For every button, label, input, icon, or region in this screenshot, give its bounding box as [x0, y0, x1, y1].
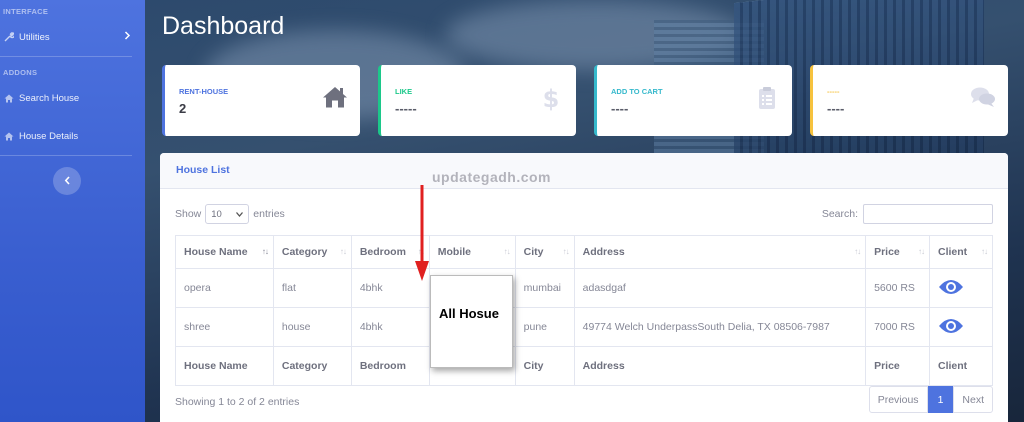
- search-input[interactable]: [863, 204, 993, 224]
- cell-category: flat: [272, 268, 352, 308]
- stat-card-rent-house: RENT-HOUSE 2: [162, 65, 360, 136]
- cell-category: house: [272, 307, 352, 347]
- footer-client: Client: [929, 346, 993, 386]
- main-content: Dashboard RENT-HOUSE 2 LIKE ----- $ ADD …: [145, 0, 1024, 422]
- card-value: ----: [827, 101, 845, 116]
- column-header-mobile[interactable]: Mobile ↑↓: [428, 235, 516, 269]
- pagination-previous-button[interactable]: Previous: [868, 386, 928, 413]
- stat-card-comments: ----- ----: [810, 65, 1008, 136]
- watermark: updategadh.com: [432, 169, 552, 185]
- card-value: -----: [395, 101, 417, 116]
- footer-house-name: House Name: [175, 346, 274, 386]
- card-value: 2: [179, 101, 187, 116]
- sort-icon: ↑↓: [339, 247, 347, 256]
- home-icon: [322, 85, 348, 111]
- sidebar-item-label: House Details: [19, 130, 79, 142]
- wrench-icon: [3, 32, 15, 42]
- footer-price: Price: [865, 346, 931, 386]
- sidebar-divider: [0, 56, 132, 57]
- stat-card-like: LIKE ----- $: [378, 65, 576, 136]
- cell-house-name: shree: [175, 307, 274, 347]
- show-label: Show: [175, 208, 202, 220]
- sidebar-toggle-button[interactable]: [53, 167, 81, 195]
- sort-icon: ↑↓: [261, 247, 269, 256]
- callout-text: All Hosue: [439, 306, 499, 321]
- entries-select[interactable]: 10: [205, 204, 250, 224]
- entries-select-value: 10: [211, 208, 222, 220]
- sort-icon: ↑↓: [503, 247, 511, 256]
- footer-city: City: [514, 346, 575, 386]
- sidebar-divider: [0, 155, 132, 156]
- pagination: Previous 1 Next: [868, 386, 993, 413]
- pagination-page-1[interactable]: 1: [927, 386, 954, 413]
- footer-address: Address: [573, 346, 867, 386]
- table-info: Showing 1 to 2 of 2 entries: [175, 396, 300, 408]
- chevron-down-icon: [236, 209, 244, 220]
- pagination-next-button[interactable]: Next: [953, 386, 993, 413]
- footer-bedroom: Bedroom: [350, 346, 430, 386]
- cell-price: 5600 RS: [865, 268, 931, 308]
- sidebar-heading-addons: ADDONS: [3, 68, 38, 77]
- column-header-client[interactable]: Client ↑↓: [929, 235, 993, 269]
- chevron-right-icon: [124, 31, 131, 43]
- cell-client: [929, 268, 993, 308]
- sidebar: INTERFACE Utilities ADDONS Search House …: [0, 0, 145, 422]
- cell-client: [929, 307, 993, 347]
- entries-length-control: Show 10 entries: [175, 204, 285, 224]
- clipboard-icon: [754, 85, 780, 111]
- sidebar-item-search-house[interactable]: Search House: [0, 87, 145, 109]
- page-title: Dashboard: [162, 12, 285, 40]
- sidebar-item-label: Search House: [19, 92, 80, 104]
- panel-title: House List: [160, 153, 1008, 189]
- sort-icon: ↑↓: [918, 247, 925, 256]
- card-value: ----: [611, 101, 629, 116]
- card-label: LIKE: [395, 87, 413, 96]
- card-label: ADD TO CART: [611, 87, 663, 96]
- home-icon: [3, 132, 15, 141]
- sidebar-item-house-details[interactable]: House Details: [0, 125, 145, 147]
- column-header-city[interactable]: City ↑↓: [514, 235, 575, 269]
- column-header-category[interactable]: Category ↑↓: [272, 235, 352, 269]
- house-table: House Name↑↓ Category↑↓ Bedroom↑↓ Mobile…: [175, 235, 993, 386]
- sidebar-heading-interface: INTERFACE: [3, 7, 49, 16]
- comments-icon: [970, 85, 996, 111]
- card-label: RENT-HOUSE: [179, 87, 229, 96]
- house-list-panel: House List Show 10 entries Search: House…: [160, 153, 1008, 422]
- column-header-address[interactable]: Address ↑↓: [573, 235, 867, 269]
- cell-city: pune: [514, 307, 575, 347]
- footer-category: Category: [272, 346, 352, 386]
- cell-house-name: opera: [175, 268, 274, 308]
- sidebar-item-utilities[interactable]: Utilities: [0, 26, 145, 48]
- column-header-house-name[interactable]: House Name ↑↓: [175, 235, 274, 269]
- sort-icon: ↑↓: [854, 247, 861, 256]
- chevron-left-icon: [64, 172, 71, 190]
- table-footer-row: House Name Category Bedroom City Address…: [175, 346, 993, 386]
- cell-city: mumbai: [514, 268, 575, 308]
- column-header-price[interactable]: Price ↑↓: [865, 235, 931, 269]
- card-label: -----: [827, 87, 840, 96]
- cell-price: 7000 RS: [865, 307, 931, 347]
- stat-card-add-to-cart: ADD TO CART ----: [594, 65, 792, 136]
- cell-address: adasdgaf: [573, 268, 867, 308]
- dollar-icon: $: [538, 85, 564, 113]
- red-arrow-icon: [415, 185, 429, 281]
- cell-address: 49774 Welch UnderpassSouth Delia, TX 085…: [573, 307, 867, 347]
- eye-icon[interactable]: [938, 278, 964, 299]
- sort-icon: ↑↓: [562, 247, 570, 256]
- table-header-row: House Name↑↓ Category↑↓ Bedroom↑↓ Mobile…: [175, 235, 993, 269]
- entries-label: entries: [253, 208, 285, 220]
- sort-icon: ↑↓: [981, 247, 988, 256]
- table-row: shree house 4bhk pune 49774 Welch Underp…: [175, 307, 993, 347]
- svg-text:$: $: [543, 85, 560, 111]
- sidebar-item-label: Utilities: [19, 31, 50, 43]
- search-label: Search:: [821, 208, 858, 220]
- table-search: Search:: [822, 204, 993, 224]
- cell-bedroom: 4bhk: [350, 307, 430, 347]
- callout-box: All Hosue: [430, 275, 513, 368]
- eye-icon[interactable]: [938, 317, 964, 338]
- home-icon: [3, 94, 15, 103]
- table-row: opera flat 4bhk mumbai adasdgaf 5600 RS: [175, 268, 993, 308]
